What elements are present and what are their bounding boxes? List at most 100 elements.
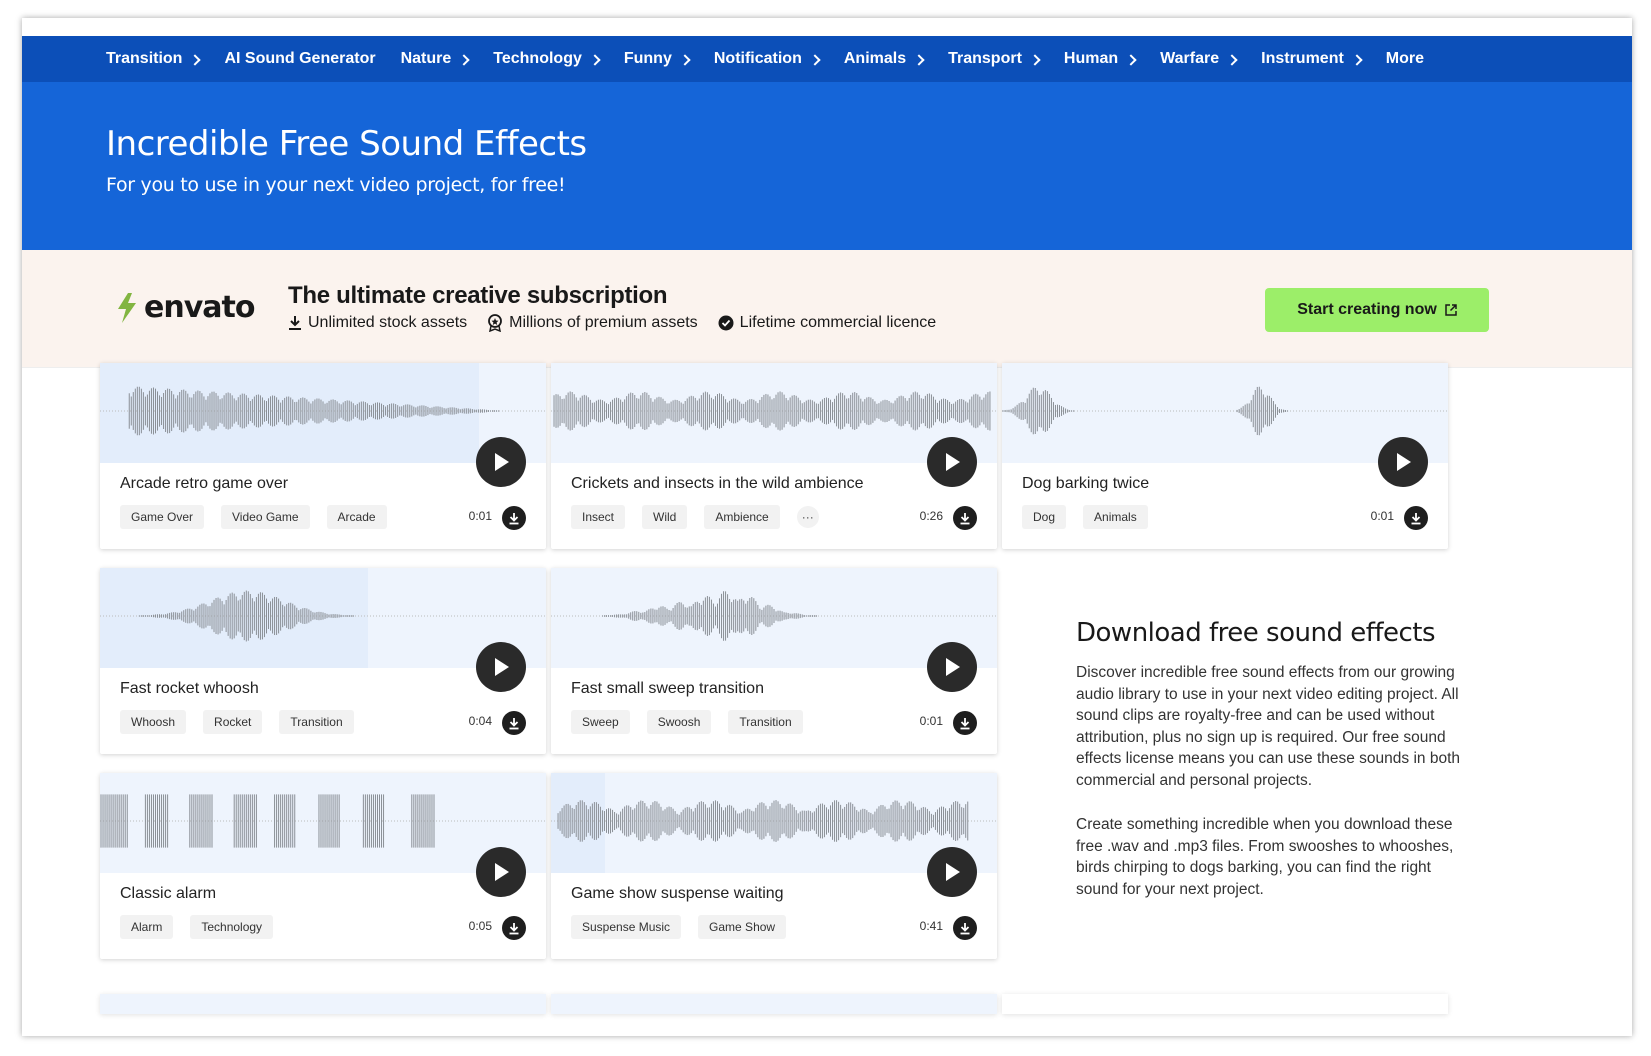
nav-item-warfare[interactable]: Warfare	[1160, 50, 1238, 68]
play-button[interactable]	[927, 642, 977, 692]
play-icon	[495, 863, 509, 881]
duration-label: 0:01	[468, 509, 492, 523]
nav-item-human[interactable]: Human	[1063, 50, 1137, 68]
play-button[interactable]	[927, 847, 977, 897]
feature-label: Millions of premium assets	[509, 314, 698, 331]
sound-title[interactable]: Arcade retro game over	[120, 475, 288, 493]
verified-check-icon	[718, 315, 734, 331]
tag-chip[interactable]: Whoosh	[120, 710, 187, 734]
tag-chip[interactable]: Video Game	[221, 505, 310, 529]
nav-item-instrument[interactable]: Instrument	[1261, 50, 1363, 68]
more-tags-button[interactable]: ···	[796, 506, 819, 528]
info-heading: Download free sound effects	[1076, 618, 1436, 648]
nav-item-animals[interactable]: Animals	[844, 50, 925, 68]
envato-logo[interactable]: envato	[114, 290, 255, 325]
page-title: Incredible Free Sound Effects	[106, 124, 587, 164]
duration-label: 0:41	[919, 919, 943, 933]
nav-item-label: AI Sound Generator	[224, 50, 376, 67]
download-button[interactable]	[502, 711, 526, 735]
sound-card[interactable]: Game show suspense waiting Suspense Music…	[551, 773, 997, 959]
sound-title[interactable]: Classic alarm	[120, 885, 216, 903]
duration-label: 0:04	[468, 714, 492, 728]
nav-item-funny[interactable]: Funny	[624, 50, 691, 68]
sound-card-partial	[100, 994, 546, 1014]
feature-label: Lifetime commercial licence	[739, 314, 937, 331]
chevron-right-icon	[1351, 53, 1363, 66]
chevron-right-icon	[189, 53, 202, 66]
tag-chip[interactable]: Rocket	[203, 710, 263, 734]
download-button[interactable]	[502, 506, 526, 530]
play-icon	[1397, 453, 1411, 471]
sound-card[interactable]: Fast small sweep transition Sweep Swoosh Tr…	[551, 568, 997, 754]
tag-chip[interactable]: Animals	[1083, 505, 1148, 529]
tag-chip[interactable]: Transition	[728, 710, 803, 734]
nav-item-label: Instrument	[1261, 50, 1344, 67]
play-button[interactable]	[1378, 437, 1428, 487]
play-icon	[946, 658, 960, 676]
tag-chip[interactable]: Suspense Music	[571, 915, 682, 939]
play-icon	[495, 658, 509, 676]
play-button[interactable]	[476, 847, 526, 897]
download-button[interactable]	[953, 506, 977, 530]
tag-chip[interactable]: Game Show	[698, 915, 787, 939]
chevron-right-icon	[458, 53, 470, 66]
play-icon	[946, 453, 960, 471]
tag-chip[interactable]: Technology	[190, 915, 274, 939]
tag-chip[interactable]: Wild	[642, 505, 688, 529]
download-icon	[1411, 512, 1421, 524]
nav-item-label: Technology	[493, 50, 582, 67]
tag-chip[interactable]: Arcade	[326, 505, 387, 529]
sound-card[interactable]: Arcade retro game over Game Over Video Gam…	[100, 363, 546, 549]
sound-card[interactable]: Dog barking twice Dog Animals 0:01	[1002, 363, 1448, 549]
nav-item-technology[interactable]: Technology	[493, 50, 601, 68]
sound-card[interactable]: Crickets and insects in the wild ambienc…	[551, 363, 997, 549]
start-creating-button[interactable]: Start creating now	[1265, 288, 1489, 332]
chevron-right-icon	[913, 53, 925, 66]
chevron-right-icon	[1125, 53, 1137, 66]
sound-card[interactable]: Classic alarm Alarm Technology 0:05	[100, 773, 546, 959]
play-icon	[946, 863, 960, 881]
play-button[interactable]	[927, 437, 977, 487]
nav-item-nature[interactable]: Nature	[400, 50, 470, 68]
tag-chip[interactable]: Alarm	[120, 915, 174, 939]
download-button[interactable]	[502, 916, 526, 940]
download-button[interactable]	[953, 711, 977, 735]
chevron-right-icon	[809, 53, 821, 66]
tag-chip[interactable]: Swoosh	[646, 710, 712, 734]
nav-item-label: Human	[1063, 50, 1119, 67]
nav-item-more[interactable]: More	[1386, 50, 1424, 68]
tag-list: Game Over Video Game Arcade	[120, 505, 404, 529]
tag-chip[interactable]: Sweep	[571, 710, 630, 734]
tag-list: Sweep Swoosh Transition	[571, 710, 820, 734]
nav-item-transition[interactable]: Transition	[106, 50, 202, 68]
cta-label: Start creating now	[1297, 301, 1437, 318]
tag-list: Suspense Music Game Show	[571, 915, 803, 939]
sound-title[interactable]: Dog barking twice	[1022, 475, 1149, 493]
nav-item-label: Warfare	[1160, 50, 1220, 67]
play-button[interactable]	[476, 642, 526, 692]
play-icon	[495, 453, 509, 471]
nav-item-label: Transport	[948, 50, 1022, 67]
nav-item-transport[interactable]: Transport	[948, 50, 1041, 68]
info-paragraph: Create something incredible when you dow…	[1076, 816, 1454, 898]
tag-chip[interactable]: Ambience	[704, 505, 780, 529]
download-icon	[960, 717, 970, 729]
sound-title[interactable]: Game show suspense waiting	[571, 885, 784, 903]
sound-title[interactable]: Crickets and insects in the wild ambienc…	[571, 475, 864, 493]
duration-label: 0:01	[919, 714, 943, 728]
chevron-right-icon	[589, 53, 601, 66]
tag-chip[interactable]: Dog	[1022, 505, 1067, 529]
nav-item-notification[interactable]: Notification	[714, 50, 821, 68]
tag-chip[interactable]: Game Over	[120, 505, 205, 529]
nav-item-ai-sound-generator[interactable]: AI Sound Generator	[224, 50, 375, 68]
promo-features: Unlimited stock assets Millions of premi…	[288, 314, 956, 332]
download-button[interactable]	[1404, 506, 1428, 530]
play-button[interactable]	[476, 437, 526, 487]
tag-chip[interactable]: Insect	[571, 505, 626, 529]
nav-item-label: Nature	[400, 50, 452, 67]
sound-title[interactable]: Fast rocket whoosh	[120, 680, 259, 698]
sound-title[interactable]: Fast small sweep transition	[571, 680, 764, 698]
sound-card[interactable]: Fast rocket whoosh Whoosh Rocket Transition…	[100, 568, 546, 754]
download-button[interactable]	[953, 916, 977, 940]
tag-chip[interactable]: Transition	[279, 710, 354, 734]
